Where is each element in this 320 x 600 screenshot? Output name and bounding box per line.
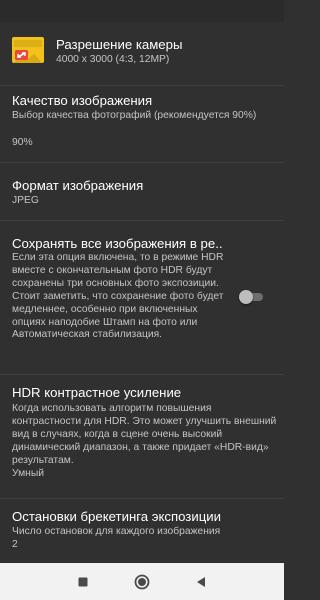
setting-summary: Когда использовать алгоритм повышения ко… xyxy=(12,403,277,466)
setting-value: 2 xyxy=(12,539,18,550)
triangle-back-icon[interactable] xyxy=(190,571,212,593)
setting-image-format[interactable]: Формат изображения JPEG xyxy=(0,163,284,221)
setting-title: Сохранять все изображения в ре.. xyxy=(12,236,222,251)
toggle-thumb xyxy=(239,290,253,304)
setting-title: Остановки брекетинга экспозиции xyxy=(12,509,222,524)
navigation-bar xyxy=(0,563,284,600)
setting-image-quality[interactable]: Качество изображения Выбор качества фото… xyxy=(0,86,284,163)
status-bar xyxy=(0,0,284,22)
square-recents-icon[interactable] xyxy=(72,571,94,593)
setting-summary: Если эта опция включена, то в режиме HDR… xyxy=(12,252,224,341)
setting-title: Качество изображения xyxy=(12,93,153,108)
setting-summary: Число остановок для каждого изображения xyxy=(12,526,221,537)
setting-exposure-bracketing[interactable]: Остановки брекетинга экспозиции Число ос… xyxy=(0,499,284,563)
setting-value: JPEG xyxy=(12,195,39,206)
setting-summary: 4000 x 3000 (4:3, 12MP) xyxy=(56,54,170,65)
setting-title: Формат изображения xyxy=(12,178,144,193)
circle-home-icon[interactable] xyxy=(131,571,153,593)
setting-value: 90% xyxy=(12,137,33,148)
save-all-images-toggle[interactable] xyxy=(239,290,263,304)
settings-screen: Разрешение камеры 4000 x 3000 (4:3, 12MP… xyxy=(0,0,284,600)
setting-hdr-contrast[interactable]: HDR контрастное усиление Когда использов… xyxy=(0,375,284,499)
setting-value: Умный xyxy=(12,468,44,479)
setting-title: HDR контрастное усиление xyxy=(12,385,182,400)
setting-camera-resolution[interactable]: Разрешение камеры 4000 x 3000 (4:3, 12MP… xyxy=(0,24,284,86)
setting-save-all-images[interactable]: Сохранять все изображения в ре.. Если эт… xyxy=(0,221,284,375)
setting-summary: Выбор качества фотографий (рекомендуется… xyxy=(12,110,257,121)
camera-resolution-icon xyxy=(12,37,44,63)
setting-title: Разрешение камеры xyxy=(56,37,183,52)
